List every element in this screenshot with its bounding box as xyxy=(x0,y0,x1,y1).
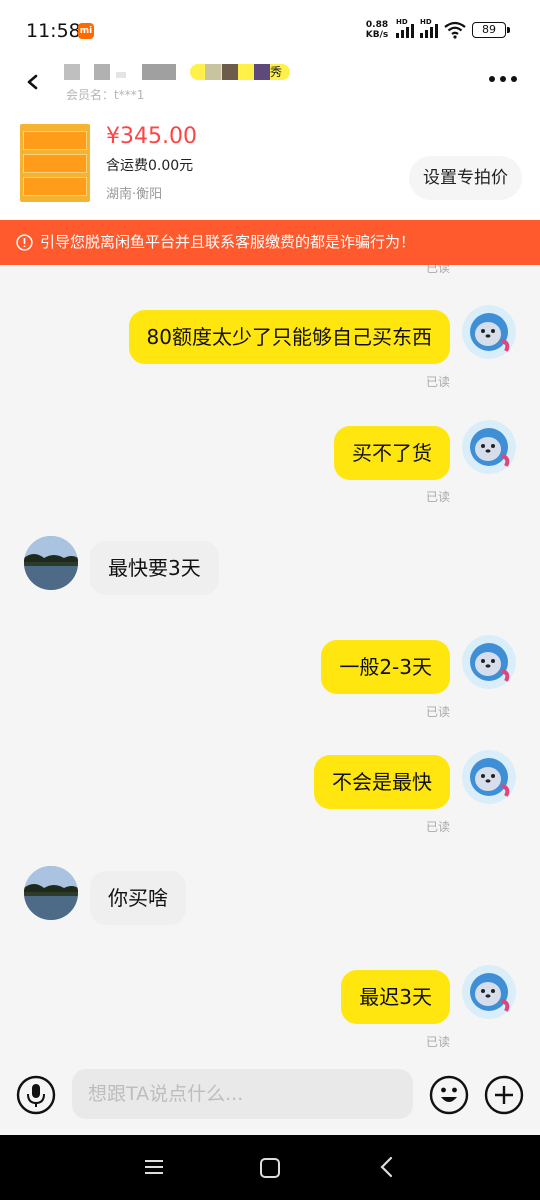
wifi-icon xyxy=(444,21,466,39)
back-arrow-icon[interactable] xyxy=(22,68,42,96)
status-indicators: 0.88 KB/s HD HD 89 xyxy=(364,18,510,40)
warning-icon xyxy=(16,234,33,251)
chat-bubble-sent[interactable]: 买不了货 xyxy=(334,426,450,480)
network-speed: 0.88 KB/s xyxy=(365,20,389,40)
system-navigation-bar xyxy=(0,1135,540,1200)
message-input-bar xyxy=(0,1065,540,1135)
chat-bubble-sent[interactable]: 80额度太少了只能够自己买东西 xyxy=(128,310,450,364)
add-more-icon[interactable] xyxy=(484,1075,524,1115)
read-status: 已读 xyxy=(425,1035,450,1049)
read-status: 已读 xyxy=(425,265,450,275)
read-status: 已读 xyxy=(425,705,450,719)
my-avatar[interactable] xyxy=(462,750,516,804)
chat-bubble-received[interactable]: 你买啥 xyxy=(90,871,186,925)
mi-notification-icon: mi xyxy=(78,23,94,39)
signal-icon: HD xyxy=(396,18,414,38)
shipping-fee: 含运费0.00元 xyxy=(106,158,194,174)
chat-bubble-sent[interactable]: 不会是最快 xyxy=(314,755,450,809)
product-thumbnail[interactable] xyxy=(20,124,90,202)
my-avatar[interactable] xyxy=(462,420,516,474)
seller-badge: 秀 xyxy=(270,65,283,79)
status-time: 11:58 xyxy=(26,20,81,42)
battery-icon: 89 xyxy=(472,22,510,38)
recent-apps-icon[interactable] xyxy=(143,1157,165,1177)
my-avatar[interactable] xyxy=(462,635,516,689)
home-icon[interactable] xyxy=(259,1157,281,1179)
product-price: ¥345.00 xyxy=(106,124,197,149)
my-avatar[interactable] xyxy=(462,965,516,1019)
read-status: 已读 xyxy=(425,820,450,834)
scam-warning-banner: 引导您脱离闲鱼平台并且联系客服缴费的都是诈骗行为！ xyxy=(0,220,540,265)
warning-text: 引导您脱离闲鱼平台并且联系客服缴费的都是诈骗行为！ xyxy=(40,233,416,251)
emoji-icon[interactable] xyxy=(429,1075,469,1115)
read-status: 已读 xyxy=(425,375,450,389)
chat-bubble-sent[interactable]: 最迟3天 xyxy=(341,970,450,1024)
chat-bubble-sent[interactable]: 一般2-3天 xyxy=(321,640,450,694)
contact-avatar[interactable] xyxy=(24,866,78,920)
message-input[interactable] xyxy=(72,1069,413,1119)
more-options-icon[interactable] xyxy=(486,64,520,94)
contact-avatar[interactable] xyxy=(24,536,78,590)
system-back-icon[interactable] xyxy=(377,1155,395,1179)
chat-header: 秀 会员名：t***1 xyxy=(0,62,540,112)
read-status: 已读 xyxy=(425,490,450,504)
chat-messages[interactable]: 已读 80额度太少了只能够自己买东西 已读 买不了货 已读 最快要3天 一般2-… xyxy=(0,265,540,1065)
set-special-price-button[interactable]: 设置专拍价 xyxy=(409,156,522,200)
signal-icon-2: HD xyxy=(420,18,438,38)
status-bar: 11:58 mi 0.88 KB/s HD HD 89 xyxy=(0,0,540,62)
product-location: 湖南·衡阳 xyxy=(106,187,163,202)
my-avatar[interactable] xyxy=(462,305,516,359)
member-name: 会员名：t***1 xyxy=(66,88,145,102)
chat-bubble-received[interactable]: 最快要3天 xyxy=(90,541,219,595)
voice-input-icon[interactable] xyxy=(16,1075,56,1115)
product-card[interactable]: ¥345.00 含运费0.00元 湖南·衡阳 设置专拍价 xyxy=(0,112,540,220)
